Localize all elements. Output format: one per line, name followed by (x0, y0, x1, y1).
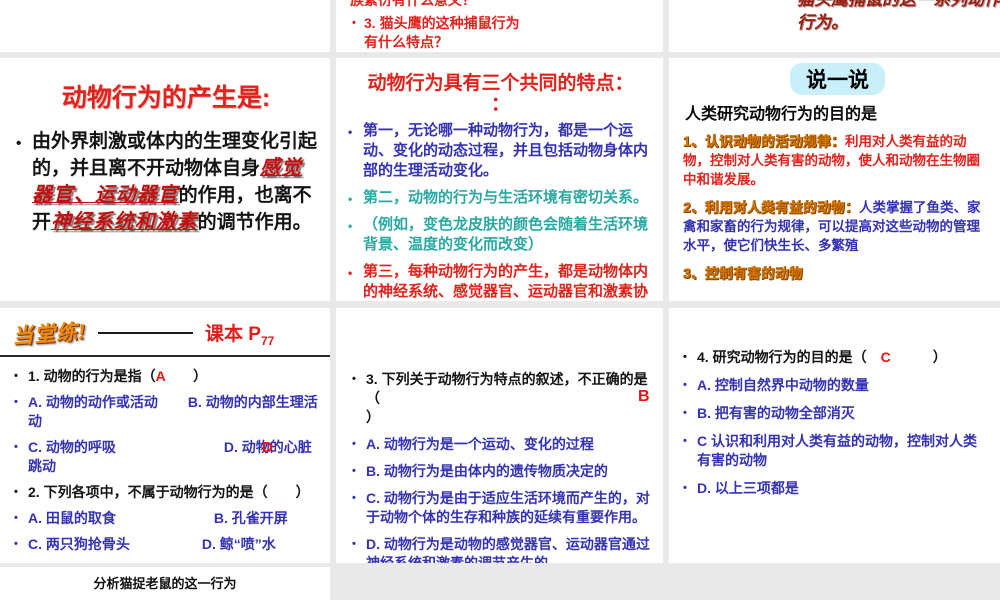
question-1-options-ab: A. 动物的动作或活动B. 动物的内部生理活动 (12, 393, 320, 431)
answer-marker-d: D (262, 439, 273, 456)
slide-cat-mouse-analysis[interactable]: 分析猫捉老鼠的这一行为 1、猫感觉到饥饿，看到老鼠就立即捕捉。这个行为是 (0, 567, 330, 600)
option-b: B. 动物行为是由体内的遗传物质决定的 (350, 462, 651, 481)
slide-quiz-1-2[interactable]: 当堂练! 课本 P77 1. 动物的行为是指（A ） A. 动物的动作或活动B.… (0, 308, 330, 563)
slide-thumb-owl-questions[interactable]: 族繁衍有什么意义？ 3. 猫头鹰的这种捕鼠行为 有什么特点？ (336, 0, 663, 52)
question-3: 3. 下列关于动物行为特点的叙述，不正确的是（）B (350, 370, 651, 427)
origin-keyword-nervous-system: 神经系统和激素 (51, 211, 198, 233)
purpose-item-2-head: 2、利用对人类有益的动物： (683, 200, 860, 215)
option-a: A. 动物的动作或活动 (28, 394, 158, 410)
option-c: C. 两只狗抢骨头 (28, 536, 130, 552)
question-2-options-cd: C. 两只狗抢骨头 D. 鲸“喷”水 (12, 535, 320, 554)
question-1-options-cd: C. 动物的呼吸D. 动物的心脏跳动D (12, 438, 320, 476)
slide-thumb-owl-conclusion[interactable]: 猫头鹰捕鼠的这一系列动作都是动物 行为。 (669, 0, 1000, 52)
page-number: 77 (260, 333, 275, 348)
practice-wordart: 当堂练! (11, 320, 87, 349)
header-rule (0, 355, 330, 357)
option-d: D. 鲸“喷”水 (201, 536, 276, 552)
purpose-item-2: 2、利用对人类有益的动物：人类掌握了鱼类、家禽和家畜的行为规律，可以提高对这些动… (683, 198, 992, 255)
origin-paragraph: 由外界刺激或体内的生理变化引起的，并且离不开动物体自身感觉器官、运动器官的作用，… (12, 128, 320, 236)
textbook-page-ref: 课本 P77 (205, 323, 275, 348)
question-2: 2. 下列各项中，不属于动物行为的是（ ） (12, 483, 320, 502)
option-c: C. 动物的呼吸 (28, 439, 116, 455)
slide-thumb-blank[interactable] (0, 0, 330, 52)
question-1: 1. 动物的行为是指（A ） (12, 367, 320, 386)
slide-quiz-4[interactable]: 4. 研究动物行为的目的是（ C ） A. 控制自然界中动物的数量 B. 把有害… (669, 308, 1000, 563)
purpose-item-3: 3、控制有害的动物 (683, 264, 992, 283)
speak-up-badge: 说一说 (790, 63, 885, 95)
option-b: B. 把有害的动物全部消灭 (681, 404, 990, 423)
feature-1: 第一，无论哪一种动物行为，都是一个运动、变化的动态过程，并且包括动物身体内部的生… (346, 121, 655, 181)
cut-text-line: 族繁衍有什么意义？ (350, 0, 476, 8)
option-c: C 认识和利用对人类有益的动物，控制对人类有害的动物 (681, 432, 990, 470)
quiz-header: 当堂练! 课本 P77 (11, 318, 320, 349)
slide-three-features[interactable]: 动物行为具有三个共同的特点： ： 第一，无论哪一种动物行为，都是一个运动、变化的… (336, 58, 663, 301)
feature-2: 第二，动物的行为与生活环境有密切关系。 (346, 188, 655, 209)
slide-quiz-3[interactable]: 3. 下列关于动物行为特点的叙述，不正确的是（）B A. 动物行为是一个运动、变… (336, 308, 663, 563)
purpose-subtitle: 人类研究动物行为的目的是 (685, 106, 878, 123)
feature-3: 第三，每种动物行为的产生，都是动物体内的神经系统、感觉器官、运动器官和激素协调作… (346, 262, 655, 301)
option-d: D. 动物行为是动物的感觉器官、运动器官通过神经系统和激素的调节产生的 (350, 535, 651, 563)
option-b: B. 孔雀开屏 (213, 510, 288, 526)
header-dash-line (98, 332, 193, 334)
conclusion-line: 行为。 (797, 13, 848, 32)
option-c: C. 动物行为是由于适应生活环境而产生的，对于动物个体的生存和种族的延续有重要作… (350, 489, 651, 527)
purpose-item-3-head: 3、控制有害的动物 (683, 266, 804, 281)
option-a: A. 田鼠的取食 (28, 510, 116, 526)
analysis-title: 分析猫捉老鼠的这一行为 (93, 576, 237, 591)
question-3-line: 3. 猫头鹰的这种捕鼠行为 (350, 14, 663, 33)
slide-title: 动物行为的产生是: (61, 84, 271, 112)
cut-text-line: 猫头鹰捕鼠的这一系列动作都是动物 (797, 0, 1000, 11)
answer-marker-c: C (880, 349, 891, 365)
origin-seg3: 的调节作用。 (197, 212, 312, 233)
purpose-item-1-head: 1、认识动物的活动规律： (683, 134, 846, 149)
answer-marker-a: A (155, 368, 166, 384)
option-a: A. 控制自然界中动物的数量 (681, 376, 990, 395)
slide-research-purpose[interactable]: 说一说 人类研究动物行为的目的是 1、认识动物的活动规律：利用对人类有益的动物，… (669, 58, 1000, 301)
slide-title-colon: ： (490, 94, 510, 115)
slide-title: 动物行为具有三个共同的特点： (367, 73, 634, 94)
question-4: 4. 研究动物行为的目的是（ C ） (681, 348, 990, 367)
feature-2-example: （例如，变色龙皮肤的颜色会随着生活环境背景、温度的变化而改变） (346, 215, 655, 255)
purpose-item-1: 1、认识动物的活动规律：利用对人类有益的动物，控制对人类有害的动物，使人和动物在… (683, 132, 992, 189)
slide-grid: 族繁衍有什么意义？ 3. 猫头鹰的这种捕鼠行为 有什么特点？ 猫头鹰捕鼠的这一系… (0, 0, 1000, 600)
option-a: A. 动物行为是一个运动、变化的过程 (350, 435, 651, 454)
answer-marker-b: B (638, 388, 650, 405)
option-d: D. 以上三项都是 (681, 479, 990, 498)
slide-behavior-origin[interactable]: 动物行为的产生是: 由外界刺激或体内的生理变化引起的，并且离不开动物体自身感觉器… (0, 58, 330, 301)
question-2-options-ab: A. 田鼠的取食 B. 孔雀开屏 (12, 509, 320, 528)
question-3-wrap: 有什么特点？ (364, 34, 448, 50)
